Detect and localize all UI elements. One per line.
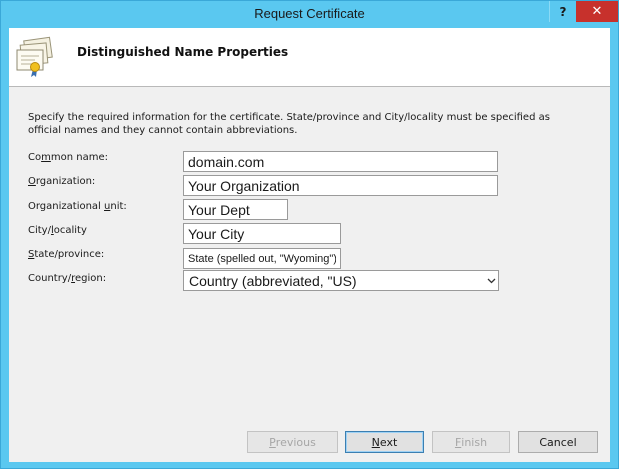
- close-icon: ✕: [591, 4, 603, 19]
- country-label: Country/region:: [28, 273, 107, 284]
- country-select[interactable]: Country (abbreviated, "US): [183, 270, 499, 291]
- country-select-value: Country (abbreviated, "US): [189, 272, 357, 289]
- title-bar[interactable]: Request Certificate ? ✕: [1, 1, 618, 28]
- help-button[interactable]: ?: [549, 1, 576, 22]
- help-icon: ?: [559, 4, 567, 19]
- org-unit-label: Organizational unit:: [28, 201, 127, 212]
- window-title: Request Certificate: [254, 6, 365, 21]
- cancel-button[interactable]: Cancel: [518, 431, 598, 453]
- common-name-label: Common name:: [28, 152, 108, 163]
- common-name-input[interactable]: [183, 151, 498, 172]
- state-label: State/province:: [28, 249, 105, 260]
- instructions-text: Specify the required information for the…: [28, 112, 550, 136]
- city-input[interactable]: [183, 223, 341, 244]
- dialog-client: Distinguished Name Properties Specify th…: [9, 28, 610, 462]
- request-certificate-window: Request Certificate ? ✕ Distinguished Na…: [0, 0, 619, 469]
- wizard-header: Distinguished Name Properties: [9, 28, 610, 87]
- organization-label: Organization:: [28, 176, 96, 187]
- header-title: Distinguished Name Properties: [77, 45, 289, 59]
- chevron-down-icon: [484, 271, 498, 290]
- org-unit-input[interactable]: [183, 199, 288, 220]
- state-input[interactable]: [183, 248, 341, 269]
- finish-button[interactable]: Finish: [432, 431, 510, 453]
- certificate-icon: [16, 36, 53, 77]
- previous-button[interactable]: Previous: [247, 431, 338, 453]
- organization-input[interactable]: [183, 175, 498, 196]
- close-button[interactable]: ✕: [576, 1, 618, 22]
- next-button[interactable]: Next: [345, 431, 424, 453]
- city-label: City/locality: [28, 225, 87, 236]
